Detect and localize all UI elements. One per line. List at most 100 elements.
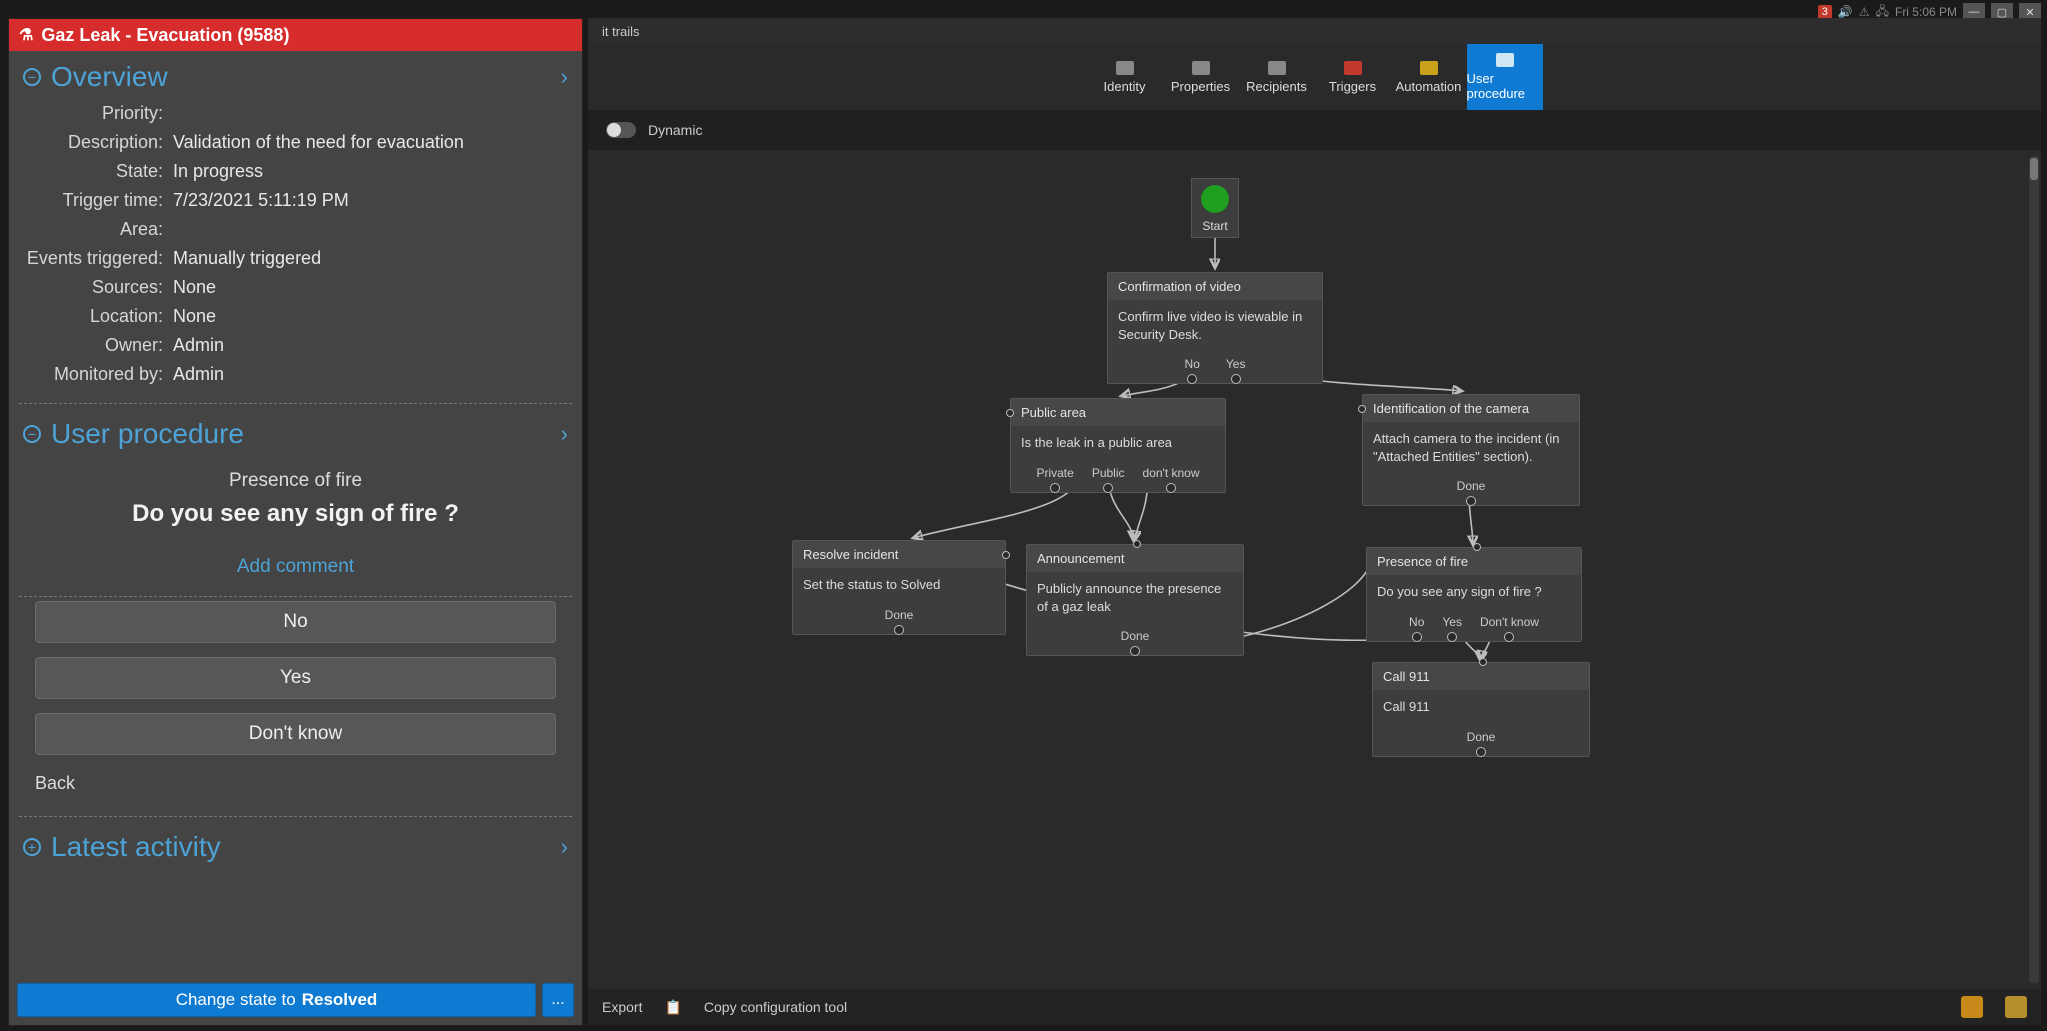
node-title: Call 911 bbox=[1373, 663, 1589, 690]
field-value: Admin bbox=[173, 364, 568, 385]
tab-identity[interactable]: Identity bbox=[1087, 44, 1163, 110]
flow-node-confirm-video[interactable]: Confirmation of video Confirm live video… bbox=[1107, 272, 1323, 384]
context-tab-row: it trails bbox=[588, 18, 2041, 44]
field-label: Priority: bbox=[23, 103, 173, 124]
section-overview-header[interactable]: − Overview › bbox=[9, 51, 582, 99]
field-label: Location: bbox=[23, 306, 173, 327]
procedure-editor: it trails Identity Properties Recipients… bbox=[588, 18, 2041, 1025]
notification-badge[interactable]: 3 bbox=[1818, 5, 1832, 19]
flow-start-node[interactable]: Start bbox=[1191, 178, 1239, 238]
node-input-port[interactable] bbox=[1479, 658, 1487, 666]
node-output[interactable]: No bbox=[1185, 357, 1200, 381]
section-user-procedure-header[interactable]: − User procedure › bbox=[9, 408, 582, 456]
node-output[interactable]: Done bbox=[885, 608, 914, 632]
identity-icon bbox=[1116, 61, 1134, 75]
step-question: Do you see any sign of fire ? bbox=[19, 500, 572, 528]
collapse-icon[interactable]: − bbox=[23, 68, 41, 86]
field-value: Admin bbox=[173, 335, 568, 356]
start-label: Start bbox=[1202, 219, 1227, 233]
flow-node-presence-fire[interactable]: Presence of fire Do you see any sign of … bbox=[1366, 547, 1582, 642]
node-body: Publicly announce the presence of a gaz … bbox=[1027, 572, 1243, 629]
node-input-port[interactable] bbox=[1358, 405, 1366, 413]
answer-no-button[interactable]: No bbox=[35, 601, 556, 643]
copy-config-button[interactable]: Copy configuration tool bbox=[704, 999, 847, 1015]
tray-icon[interactable]: ⚠ bbox=[1859, 5, 1870, 19]
flow-node-call-911[interactable]: Call 911 Call 911 Done bbox=[1372, 662, 1590, 757]
incident-panel: ⚗ Gaz Leak - Evacuation (9588) − Overvie… bbox=[8, 18, 583, 1026]
section-title: Overview bbox=[51, 61, 168, 93]
field-value: Validation of the need for evacuation bbox=[173, 132, 568, 153]
tab-automation[interactable]: Automation bbox=[1391, 44, 1467, 110]
section-title: Latest activity bbox=[51, 831, 221, 863]
node-output[interactable]: Done bbox=[1121, 629, 1150, 653]
node-input-port[interactable] bbox=[1473, 543, 1481, 551]
tab-triggers[interactable]: Triggers bbox=[1315, 44, 1391, 110]
overview-fields: Priority: Description: Validation of the… bbox=[9, 99, 582, 399]
node-input-port[interactable] bbox=[1002, 551, 1010, 559]
status-indicator-icon[interactable] bbox=[2005, 996, 2027, 1018]
section-title: User procedure bbox=[51, 418, 244, 450]
incident-title-bar: ⚗ Gaz Leak - Evacuation (9588) bbox=[9, 19, 582, 51]
flow-node-resolve[interactable]: Resolve incident Set the status to Solve… bbox=[792, 540, 1006, 635]
flow-node-announcement[interactable]: Announcement Publicly announce the prese… bbox=[1026, 544, 1244, 656]
canvas-vertical-scrollbar[interactable] bbox=[2029, 156, 2039, 983]
flag-icon bbox=[1344, 61, 1362, 75]
tab-user-procedure[interactable]: User procedure bbox=[1467, 44, 1543, 110]
add-comment-link[interactable]: Add comment bbox=[9, 556, 582, 578]
field-label: Owner: bbox=[23, 335, 173, 356]
automation-icon bbox=[1420, 61, 1438, 75]
field-value: None bbox=[173, 306, 568, 327]
node-input-port[interactable] bbox=[1006, 409, 1014, 417]
node-output[interactable]: Don't know bbox=[1480, 615, 1539, 639]
node-input-port[interactable] bbox=[1133, 540, 1141, 548]
field-label: Sources: bbox=[23, 277, 173, 298]
export-button[interactable]: Export bbox=[602, 999, 642, 1015]
section-latest-activity-header[interactable]: + Latest activity › bbox=[9, 821, 582, 869]
field-value bbox=[173, 103, 568, 124]
chevron-right-icon[interactable]: › bbox=[561, 64, 568, 90]
dynamic-label: Dynamic bbox=[648, 122, 702, 138]
node-output[interactable]: No bbox=[1409, 615, 1424, 639]
incident-title: Gaz Leak - Evacuation (9588) bbox=[41, 25, 289, 46]
tab-recipients[interactable]: Recipients bbox=[1239, 44, 1315, 110]
dynamic-toggle[interactable] bbox=[606, 122, 636, 138]
field-label: State: bbox=[23, 161, 173, 182]
copy-icon: 📋 bbox=[664, 999, 681, 1016]
status-indicator-icon[interactable] bbox=[1961, 996, 1983, 1018]
flow-canvas[interactable]: Start Confirmation of video Confirm live… bbox=[588, 150, 2041, 989]
context-tab[interactable]: it trails bbox=[588, 18, 654, 44]
node-output[interactable]: Done bbox=[1467, 730, 1496, 754]
chevron-right-icon[interactable]: › bbox=[561, 421, 568, 447]
config-toolbar: Identity Properties Recipients Triggers … bbox=[588, 44, 2041, 110]
field-label: Description: bbox=[23, 132, 173, 153]
answer-dont-know-button[interactable]: Don't know bbox=[35, 713, 556, 755]
field-value bbox=[173, 219, 568, 240]
expand-icon[interactable]: + bbox=[23, 838, 41, 856]
node-output[interactable]: Done bbox=[1457, 479, 1486, 503]
node-title: Public area bbox=[1011, 399, 1225, 426]
flow-node-public-area[interactable]: Public area Is the leak in a public area… bbox=[1010, 398, 1226, 493]
node-output[interactable]: Yes bbox=[1442, 615, 1462, 639]
node-output[interactable]: don't know bbox=[1143, 466, 1200, 490]
node-title: Identification of the camera bbox=[1363, 395, 1579, 422]
collapse-icon[interactable]: − bbox=[23, 425, 41, 443]
change-state-more-button[interactable]: ... bbox=[542, 983, 574, 1017]
properties-icon bbox=[1192, 61, 1210, 75]
node-title: Presence of fire bbox=[1367, 548, 1581, 575]
chevron-right-icon[interactable]: › bbox=[561, 834, 568, 860]
node-output[interactable]: Yes bbox=[1226, 357, 1246, 381]
node-body: Do you see any sign of fire ? bbox=[1367, 575, 1581, 615]
back-link[interactable]: Back bbox=[9, 755, 582, 812]
start-dot-icon bbox=[1201, 185, 1229, 213]
tab-properties[interactable]: Properties bbox=[1163, 44, 1239, 110]
node-body: Confirm live video is viewable in Securi… bbox=[1108, 300, 1322, 357]
change-state-button[interactable]: Change state to Resolved bbox=[17, 983, 536, 1017]
change-state-target: Resolved bbox=[302, 990, 378, 1010]
divider bbox=[19, 596, 572, 597]
answer-yes-button[interactable]: Yes bbox=[35, 657, 556, 699]
flow-node-identify-camera[interactable]: Identification of the camera Attach came… bbox=[1362, 394, 1580, 506]
tray-icon[interactable]: 🔊 bbox=[1838, 5, 1853, 19]
field-value: In progress bbox=[173, 161, 568, 182]
node-output[interactable]: Private bbox=[1036, 466, 1073, 490]
node-output[interactable]: Public bbox=[1092, 466, 1125, 490]
